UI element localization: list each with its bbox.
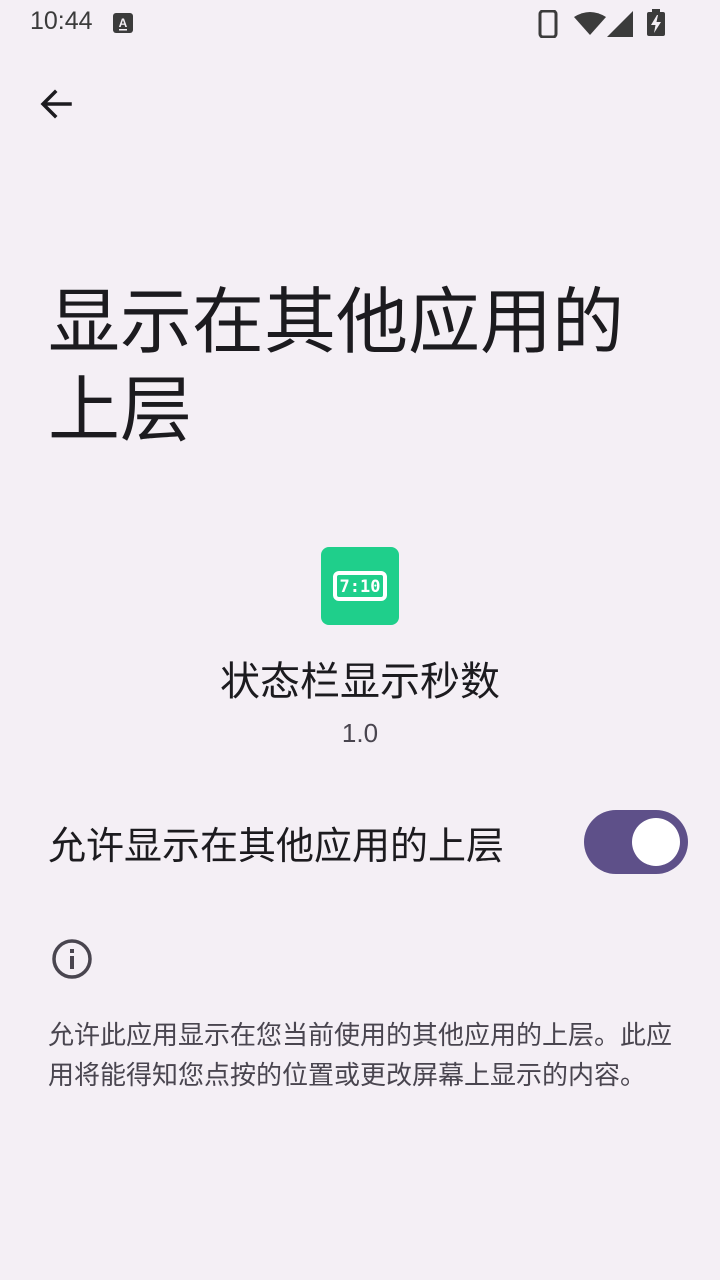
permission-toggle-label: 允许显示在其他应用的上层	[48, 824, 505, 868]
info-icon	[52, 939, 92, 979]
toggle-thumb	[632, 818, 680, 866]
a-notification-icon: A	[113, 13, 133, 33]
signal-icon	[607, 11, 633, 37]
battery-charging-icon	[647, 9, 665, 36]
page-title: 显示在其他应用的上层	[48, 280, 625, 452]
permission-toggle-switch[interactable]	[584, 810, 688, 874]
permission-toggle-row[interactable]: 允许显示在其他应用的上层	[0, 798, 720, 894]
phone-icon	[538, 10, 558, 38]
arrow-back-icon	[40, 89, 72, 119]
svg-text:7:10: 7:10	[340, 577, 381, 597]
screen: 10:44 A 显示在其他应用的上层 7:10 状态栏显示秒数 1.0 允许显示…	[0, 0, 720, 1280]
status-time: 10:44	[30, 7, 93, 35]
clock-icon: 7:10	[333, 571, 387, 601]
back-button[interactable]	[26, 74, 86, 134]
wifi-icon	[574, 12, 606, 35]
status-bar: 10:44 A	[0, 0, 720, 48]
info-description: 允许此应用显示在您当前使用的其他应用的上层。此应用将能得知您点按的位置或更改屏幕…	[48, 1021, 673, 1091]
app-icon: 7:10	[321, 547, 399, 625]
app-name: 状态栏显示秒数	[220, 659, 500, 705]
app-version: 1.0	[341, 718, 379, 748]
svg-text:A: A	[119, 16, 128, 30]
